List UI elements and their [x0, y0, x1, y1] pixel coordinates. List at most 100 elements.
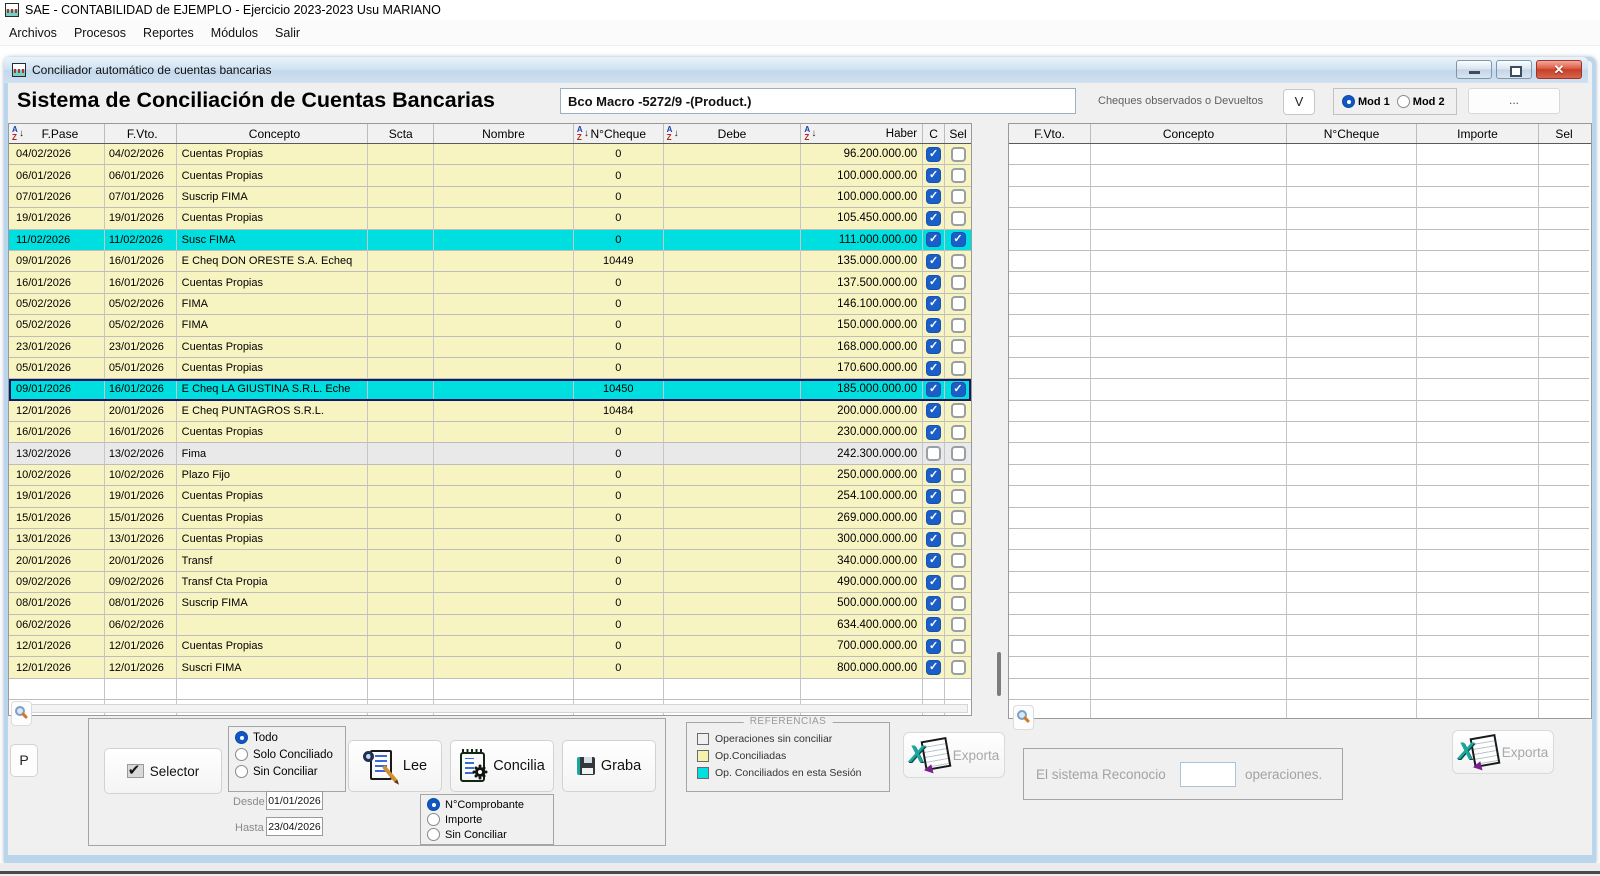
- v-button[interactable]: V: [1283, 89, 1315, 115]
- table-row[interactable]: 08/01/2026 08/01/2026 Suscrip FIMA 0 500…: [9, 593, 971, 615]
- table-row[interactable]: 07/01/2026 07/01/2026 Suscrip FIMA 0 100…: [9, 186, 971, 209]
- empty-table-row[interactable]: [1009, 464, 1591, 487]
- conciliado-checkbox[interactable]: [926, 446, 942, 462]
- conciliado-checkbox[interactable]: [926, 339, 942, 355]
- menu-salir[interactable]: Salir: [275, 26, 300, 40]
- conciliado-checkbox[interactable]: [926, 381, 942, 397]
- conciliado-checkbox[interactable]: [926, 574, 942, 590]
- sel-checkbox[interactable]: [950, 381, 966, 397]
- sel-checkbox[interactable]: [950, 660, 966, 676]
- column-header-ncheque[interactable]: N°Cheque: [574, 124, 664, 143]
- radio-icon[interactable]: [427, 813, 440, 826]
- conciliado-checkbox[interactable]: [926, 467, 942, 483]
- vertical-scrollbar-thumb[interactable]: [997, 652, 1001, 696]
- column-header-concepto-right[interactable]: Concepto: [1091, 124, 1287, 143]
- sel-checkbox[interactable]: [950, 488, 966, 504]
- account-input[interactable]: [560, 88, 1076, 114]
- sel-checkbox[interactable]: [950, 146, 966, 162]
- sel-checkbox[interactable]: [950, 595, 966, 611]
- empty-table-row[interactable]: [1009, 379, 1591, 401]
- conciliado-checkbox[interactable]: [926, 531, 942, 547]
- minimize-button[interactable]: [1456, 60, 1492, 79]
- graba-button[interactable]: Graba: [562, 740, 656, 792]
- exporta-button-left[interactable]: X Exporta: [903, 732, 1005, 778]
- column-header-fvto-right[interactable]: F.Vto.: [1009, 124, 1091, 143]
- empty-table-row[interactable]: [1009, 357, 1591, 380]
- table-row[interactable]: 05/02/2026 05/02/2026 FIMA 0 150.000.000…: [9, 315, 971, 337]
- sel-checkbox[interactable]: [950, 446, 966, 462]
- empty-table-row[interactable]: [1009, 250, 1591, 273]
- radio-icon[interactable]: [235, 765, 248, 778]
- conciliado-checkbox[interactable]: [926, 253, 942, 269]
- table-row[interactable]: 10/02/2026 10/02/2026 Plazo Fijo 0 250.0…: [9, 464, 971, 487]
- horizontal-scrollbar[interactable]: [30, 704, 968, 713]
- conciliado-checkbox[interactable]: [926, 360, 942, 376]
- table-row[interactable]: 20/01/2026 20/01/2026 Transf 0 340.000.0…: [9, 550, 971, 572]
- radio-importe[interactable]: Importe: [427, 813, 553, 826]
- empty-table-row[interactable]: [1009, 529, 1591, 551]
- table-row[interactable]: 04/02/2026 04/02/2026 Cuentas Propias 0 …: [9, 144, 971, 166]
- conciliado-checkbox[interactable]: [926, 660, 942, 676]
- empty-table-row[interactable]: [1009, 229, 1591, 251]
- lee-button[interactable]: Lee: [348, 740, 442, 792]
- conciliado-checkbox[interactable]: [926, 403, 942, 419]
- conciliado-checkbox[interactable]: [926, 296, 942, 312]
- mod1-radio[interactable]: Mod 1: [1342, 95, 1390, 108]
- column-header-fpase[interactable]: F.Pase: [9, 124, 105, 143]
- sel-checkbox[interactable]: [950, 275, 966, 291]
- column-header-c[interactable]: C: [923, 124, 946, 143]
- conciliado-checkbox[interactable]: [926, 146, 942, 162]
- empty-table-row[interactable]: [1009, 315, 1591, 337]
- column-header-ncheque-right[interactable]: N°Cheque: [1287, 124, 1417, 143]
- radio-icon[interactable]: [427, 828, 440, 841]
- sel-checkbox[interactable]: [950, 189, 966, 205]
- sel-checkbox[interactable]: [950, 296, 966, 312]
- table-row[interactable]: 12/01/2026 12/01/2026 Suscri FIMA 0 800.…: [9, 657, 971, 679]
- table-row[interactable]: 23/01/2026 23/01/2026 Cuentas Propias 0 …: [9, 336, 971, 358]
- table-row[interactable]: 06/01/2026 06/01/2026 Cuentas Propias 0 …: [9, 165, 971, 187]
- mod2-radio[interactable]: Mod 2: [1396, 95, 1445, 108]
- empty-table-row[interactable]: [1009, 571, 1591, 594]
- sel-checkbox[interactable]: [950, 574, 966, 590]
- radio-solo-conciliado[interactable]: Solo Conciliado: [235, 748, 345, 761]
- sel-checkbox[interactable]: [950, 510, 966, 526]
- conciliado-checkbox[interactable]: [926, 210, 942, 226]
- sel-checkbox[interactable]: [950, 553, 966, 569]
- empty-table-row[interactable]: [9, 678, 971, 701]
- sel-checkbox[interactable]: [950, 232, 966, 248]
- menu-reportes[interactable]: Reportes: [143, 26, 194, 40]
- sel-checkbox[interactable]: [950, 339, 966, 355]
- empty-table-row[interactable]: [1009, 593, 1591, 615]
- mod1-radio-icon[interactable]: [1342, 95, 1355, 108]
- table-row[interactable]: 19/01/2026 19/01/2026 Cuentas Propias 0 …: [9, 208, 971, 230]
- column-header-haber[interactable]: Haber: [801, 124, 924, 143]
- sel-checkbox[interactable]: [950, 210, 966, 226]
- radio-sin-conciliar-match[interactable]: Sin Conciliar: [427, 828, 553, 841]
- table-row[interactable]: 16/01/2026 16/01/2026 Cuentas Propias 0 …: [9, 422, 971, 444]
- empty-table-row[interactable]: [1009, 336, 1591, 358]
- empty-table-row[interactable]: [1009, 678, 1591, 701]
- radio-ncomprobante[interactable]: N°Comprobante: [427, 798, 553, 811]
- sel-checkbox[interactable]: [950, 317, 966, 333]
- sel-checkbox[interactable]: [950, 531, 966, 547]
- menu-modulos[interactable]: Módulos: [211, 26, 258, 40]
- radio-icon[interactable]: [235, 748, 248, 761]
- zoom-button-right-grid[interactable]: [1013, 705, 1034, 730]
- empty-table-row[interactable]: [1009, 272, 1591, 294]
- close-button[interactable]: [1536, 60, 1582, 79]
- empty-table-row[interactable]: [1009, 614, 1591, 636]
- table-row[interactable]: 11/02/2026 11/02/2026 Susc FIMA 0 111.00…: [9, 229, 971, 251]
- p-button[interactable]: P: [10, 744, 38, 777]
- conciliado-checkbox[interactable]: [926, 168, 942, 184]
- empty-table-row[interactable]: [1009, 507, 1591, 530]
- recognition-count-input[interactable]: [1180, 762, 1236, 787]
- conciliado-checkbox[interactable]: [926, 424, 942, 440]
- desde-input[interactable]: [266, 791, 323, 810]
- column-header-sel[interactable]: Sel: [945, 124, 971, 143]
- table-row[interactable]: 09/01/2026 16/01/2026 E Cheq DON ORESTE …: [9, 250, 971, 273]
- empty-table-row[interactable]: [1009, 550, 1591, 572]
- sel-checkbox[interactable]: [950, 168, 966, 184]
- column-header-nombre[interactable]: Nombre: [434, 124, 574, 143]
- maximize-button[interactable]: [1496, 60, 1532, 79]
- empty-table-row[interactable]: [1009, 635, 1591, 658]
